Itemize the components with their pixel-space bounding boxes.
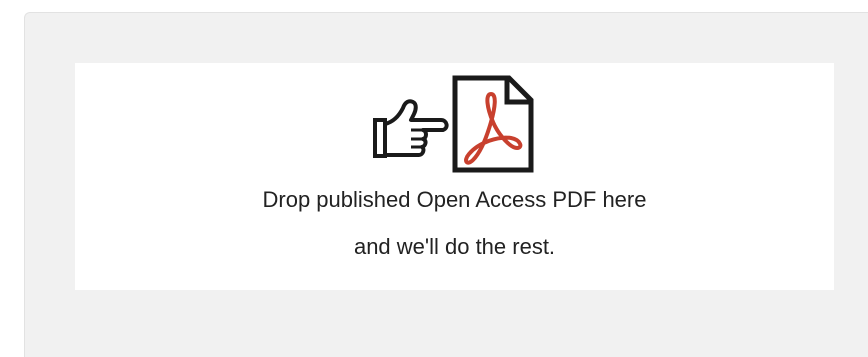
pointing-hand-icon: [373, 99, 449, 158]
drop-instruction-line-2: and we'll do the rest.: [353, 234, 556, 259]
drop-icons: [371, 74, 541, 174]
drop-instruction-line-1: Drop published Open Access PDF here: [262, 187, 647, 212]
pdf-document-icon: [452, 75, 534, 173]
